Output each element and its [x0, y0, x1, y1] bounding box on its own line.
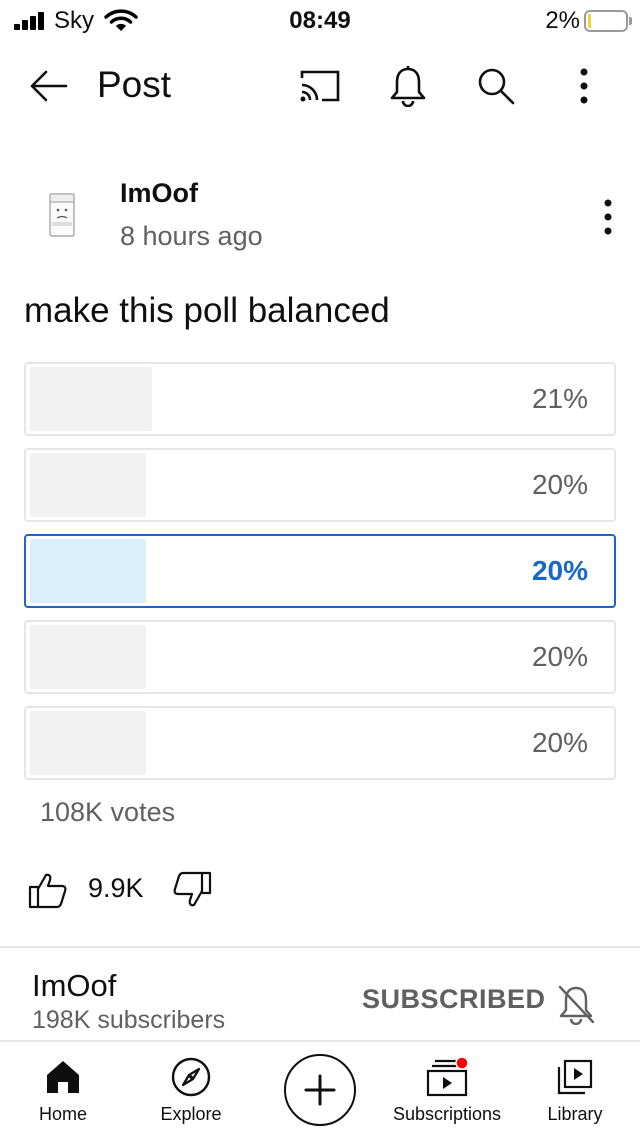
- thumbs-up-icon: [28, 873, 67, 909]
- notification-settings-button[interactable]: [552, 980, 600, 1028]
- more-options-button[interactable]: [562, 62, 606, 110]
- bell-off-icon: [558, 985, 595, 1025]
- search-icon: [478, 68, 515, 105]
- poll-option-percent: 20%: [531, 555, 588, 586]
- create-plus-icon: [304, 1074, 336, 1106]
- nav-label: Explore: [160, 1104, 222, 1124]
- status-bar: Sky 08:49 2%: [0, 0, 640, 40]
- nav-subscriptions[interactable]: Subscriptions: [387, 1052, 507, 1136]
- poll-option-fill: [30, 539, 146, 603]
- cast-icon: [300, 70, 340, 102]
- poll-vote-count: 108K votes: [40, 797, 176, 827]
- more-vertical-icon: [580, 68, 588, 104]
- poll-option[interactable]: 20%: [24, 448, 616, 522]
- poll-option-percent: 21%: [531, 383, 588, 414]
- page-title: Post: [97, 64, 172, 105]
- subscribed-button[interactable]: SUBSCRIBED: [362, 984, 546, 1015]
- like-count: 9.9K: [88, 873, 144, 903]
- search-button[interactable]: [472, 62, 520, 110]
- channel-subscriber-count: 198K subscribers: [32, 1006, 226, 1034]
- poll-option-percent: 20%: [531, 727, 588, 758]
- poll-option[interactable]: 21%: [24, 362, 616, 436]
- post-timestamp: 8 hours ago: [120, 221, 263, 251]
- thumbs-down-icon: [173, 871, 212, 907]
- poll-option[interactable]: 20%: [24, 620, 616, 694]
- app-header: Post: [0, 44, 640, 124]
- bell-icon: [390, 66, 426, 107]
- back-arrow-icon: [30, 70, 68, 102]
- compass-icon: [171, 1057, 211, 1097]
- nav-label: Library: [547, 1104, 603, 1124]
- poll-option-fill: [30, 711, 146, 775]
- avatar[interactable]: [40, 190, 84, 244]
- nav-home[interactable]: Home: [3, 1052, 123, 1136]
- back-button[interactable]: [24, 62, 72, 110]
- battery-percent: 2%: [545, 7, 580, 34]
- channel-name[interactable]: ImOof: [32, 968, 116, 1004]
- poll-option-percent: 20%: [531, 469, 588, 500]
- battery-icon: [584, 10, 632, 32]
- clock: 08:49: [289, 7, 351, 34]
- dislike-button[interactable]: [170, 866, 214, 914]
- subscriptions-icon: [426, 1057, 469, 1097]
- nav-explore[interactable]: Explore: [131, 1052, 251, 1136]
- poll-option-percent: 20%: [531, 641, 588, 672]
- poll-option[interactable]: 20%: [24, 706, 616, 780]
- post-more-button[interactable]: [586, 195, 630, 239]
- poll-option-fill: [30, 453, 146, 517]
- bottom-navigation: Home Explore Subscriptions Library: [0, 1040, 640, 1136]
- poll-option-fill: [30, 625, 146, 689]
- nav-library[interactable]: Library: [515, 1052, 635, 1136]
- poll-option-fill: [30, 367, 152, 431]
- poll-option[interactable]: 20%: [24, 534, 616, 608]
- home-icon: [47, 1061, 79, 1093]
- more-vertical-icon: [604, 199, 612, 235]
- nav-label: Home: [38, 1104, 87, 1124]
- cast-button[interactable]: [296, 62, 344, 110]
- like-button[interactable]: [26, 866, 70, 914]
- nav-label: Subscriptions: [392, 1104, 502, 1124]
- post-text: make this poll balanced: [24, 291, 390, 330]
- notifications-button[interactable]: [384, 62, 432, 110]
- post-author[interactable]: ImOof: [120, 178, 198, 209]
- library-icon: [557, 1059, 593, 1095]
- create-button[interactable]: [284, 1054, 356, 1126]
- divider: [0, 946, 640, 948]
- poll: 21% 20% 20% 20% 20%: [24, 362, 616, 792]
